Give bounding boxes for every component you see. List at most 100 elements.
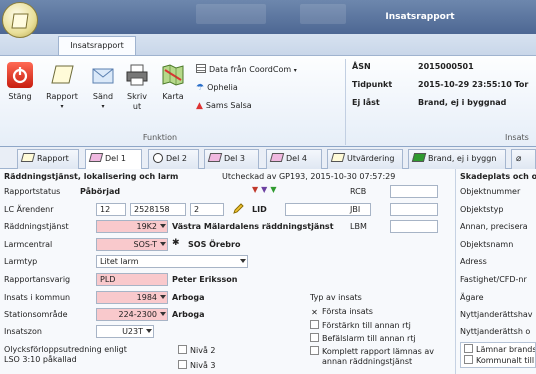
- ansvarig-field[interactable]: PLD: [96, 273, 168, 286]
- tab-label: Del 1: [105, 154, 126, 163]
- print-button[interactable]: Skriv ut: [122, 62, 152, 112]
- larmcentral-select[interactable]: SOS-T: [96, 238, 168, 251]
- chevron-down-icon: ▾: [60, 103, 64, 110]
- kommun-label: Insats i kommun: [4, 293, 71, 302]
- niva2-checkbox[interactable]: Nivå 2: [178, 345, 215, 355]
- tab-attachment[interactable]: ⌀: [511, 149, 536, 169]
- red-flag-icon: ▼: [252, 185, 262, 194]
- umbrella-icon: ☂: [196, 83, 205, 93]
- niva2-label: Nivå 2: [190, 346, 216, 355]
- typ-befalslarm[interactable]: Befälslarm till annan rtj: [310, 333, 416, 343]
- star-icon: ✱: [172, 238, 180, 248]
- checkbox-icon: [464, 344, 473, 353]
- ribbon-tab-insatsrapport[interactable]: Insatsrapport: [58, 36, 136, 56]
- lbm-field[interactable]: [390, 220, 438, 233]
- nyttjanderatt-o-label: Nyttjanderättsh o: [460, 327, 531, 336]
- tab-utvardering[interactable]: Utvärdering: [327, 149, 403, 169]
- group-label-funktion: Funktion: [142, 133, 178, 142]
- larmcentral-name: SOS Örebro: [188, 240, 241, 249]
- tidpunkt-value: 2015-10-29 23:55:10 Tor: [418, 80, 529, 89]
- larmtyp-select[interactable]: Litet larm: [96, 255, 248, 268]
- flag-icon: [20, 153, 36, 162]
- map-button[interactable]: Karta: [156, 62, 190, 102]
- list-icon: [196, 64, 206, 73]
- tab-del-1[interactable]: Del 1: [85, 149, 142, 170]
- tab-del-2[interactable]: Del 2: [148, 149, 199, 169]
- flag-icon: [411, 153, 427, 162]
- rcb-field[interactable]: [390, 185, 438, 198]
- chevron-down-icon: ▾: [101, 103, 105, 110]
- arende-field-1[interactable]: 12: [96, 203, 126, 216]
- flag-icon: [49, 62, 75, 88]
- ophelia-label: Ophelia: [207, 83, 238, 92]
- quick-access-toolbar: [196, 4, 266, 24]
- status-value: Påbörjad: [80, 187, 121, 196]
- map-label: Karta: [162, 92, 184, 101]
- checkbox-icon: [178, 345, 187, 354]
- group-label-insats: Insats: [505, 133, 529, 142]
- check-label: Lämnar brands: [476, 345, 536, 354]
- rcb-label: RCB: [350, 187, 367, 196]
- sams-salsa-link[interactable]: ▲ Sams Salsa: [196, 101, 296, 111]
- typ-forstarkn[interactable]: Förstärkn till annan rtj: [310, 320, 411, 330]
- purple-flag-icon: ▼: [261, 185, 271, 194]
- checkbox-icon: [310, 333, 319, 342]
- title-bar: Insatsrapport: [0, 0, 536, 34]
- tab-label: Del 2: [166, 154, 187, 163]
- options-box: Lämnar brands Kommunalt till: [460, 342, 536, 368]
- jbi-label: JBI: [350, 205, 361, 214]
- typ-komplett[interactable]: Komplett rapport lämnas av annan räddnin…: [310, 346, 442, 367]
- olycka-label: Olycksförloppsutredning enligt LSO 3:10 …: [4, 345, 127, 364]
- application-menu-button[interactable]: [2, 2, 38, 38]
- tab-del-4[interactable]: Del 4: [266, 149, 322, 169]
- rt-name: Västra Mälardalens räddningstjänst: [172, 222, 334, 231]
- station-label: Stationsområde: [4, 310, 68, 319]
- close-button[interactable]: Stäng: [4, 62, 36, 102]
- larmcentral-code: SOS-T: [133, 240, 158, 249]
- kommun-select[interactable]: 1984: [96, 291, 168, 304]
- ophelia-link[interactable]: ☂ Ophelia: [196, 83, 296, 93]
- asn-value: 2015000501: [418, 62, 474, 71]
- window-title: Insatsrapport: [385, 12, 455, 22]
- send-button[interactable]: Sänd ▾: [86, 62, 120, 112]
- envelope-icon: [90, 62, 116, 88]
- coordcom-link[interactable]: Data från CoordCom ▾: [196, 64, 336, 74]
- chevron-down-icon: [160, 295, 166, 299]
- jbi-field[interactable]: [390, 203, 438, 216]
- station-code: 224-2300: [118, 310, 157, 319]
- rt-select[interactable]: 19K2: [96, 220, 168, 233]
- niva3-label: Nivå 3: [190, 361, 216, 370]
- typ-forsta-insats[interactable]: ✕ Första insats: [310, 307, 373, 318]
- pencil-icon[interactable]: [232, 203, 244, 215]
- station-select[interactable]: 224-2300: [96, 308, 168, 321]
- paperclip-icon: ⌀: [516, 154, 522, 164]
- arende-field-2[interactable]: 2528158: [130, 203, 186, 216]
- niva3-checkbox[interactable]: Nivå 3: [178, 360, 215, 370]
- tab-del-3[interactable]: Del 3: [204, 149, 259, 169]
- checkbox-icon: [464, 355, 473, 364]
- chevron-down-icon: [160, 224, 166, 228]
- annan-label: Annan, precisera: [460, 222, 528, 231]
- insatszon-select[interactable]: U23T: [96, 325, 154, 338]
- fire-icon: ▲: [196, 101, 203, 111]
- tab-rapport[interactable]: Rapport: [17, 149, 79, 169]
- flag-icon: [330, 153, 346, 162]
- status-label: Rapportstatus: [4, 187, 61, 196]
- tab-brand[interactable]: Brand, ej i byggn: [408, 149, 506, 169]
- lid-label: LID: [252, 205, 267, 214]
- sams-salsa-label: Sams Salsa: [205, 101, 252, 110]
- flag-icon: [207, 153, 223, 162]
- arende-label: LC Ärendenr: [4, 205, 54, 214]
- ejlast-label: Ej låst: [352, 98, 380, 107]
- asn-label: ÅSN: [352, 62, 371, 71]
- arende-field-3[interactable]: 2: [190, 203, 224, 216]
- ejlast-value: Brand, ej i byggnad: [418, 98, 507, 107]
- green-flag-icon: ▼: [270, 185, 280, 194]
- report-button[interactable]: Rapport ▾: [42, 62, 82, 112]
- typ-option-label: Förstärkn till annan rtj: [322, 321, 411, 330]
- chevron-down-icon: [240, 259, 246, 263]
- section-title: Räddningstjänst, lokalisering och larm: [4, 172, 179, 181]
- checked-out-info: Utcheckad av GP193, 2015-10-30 07:57:29: [222, 172, 396, 181]
- kommunalt-checkbox[interactable]: Kommunalt till: [461, 355, 535, 365]
- lamnar-brands-checkbox[interactable]: Lämnar brands: [461, 343, 535, 355]
